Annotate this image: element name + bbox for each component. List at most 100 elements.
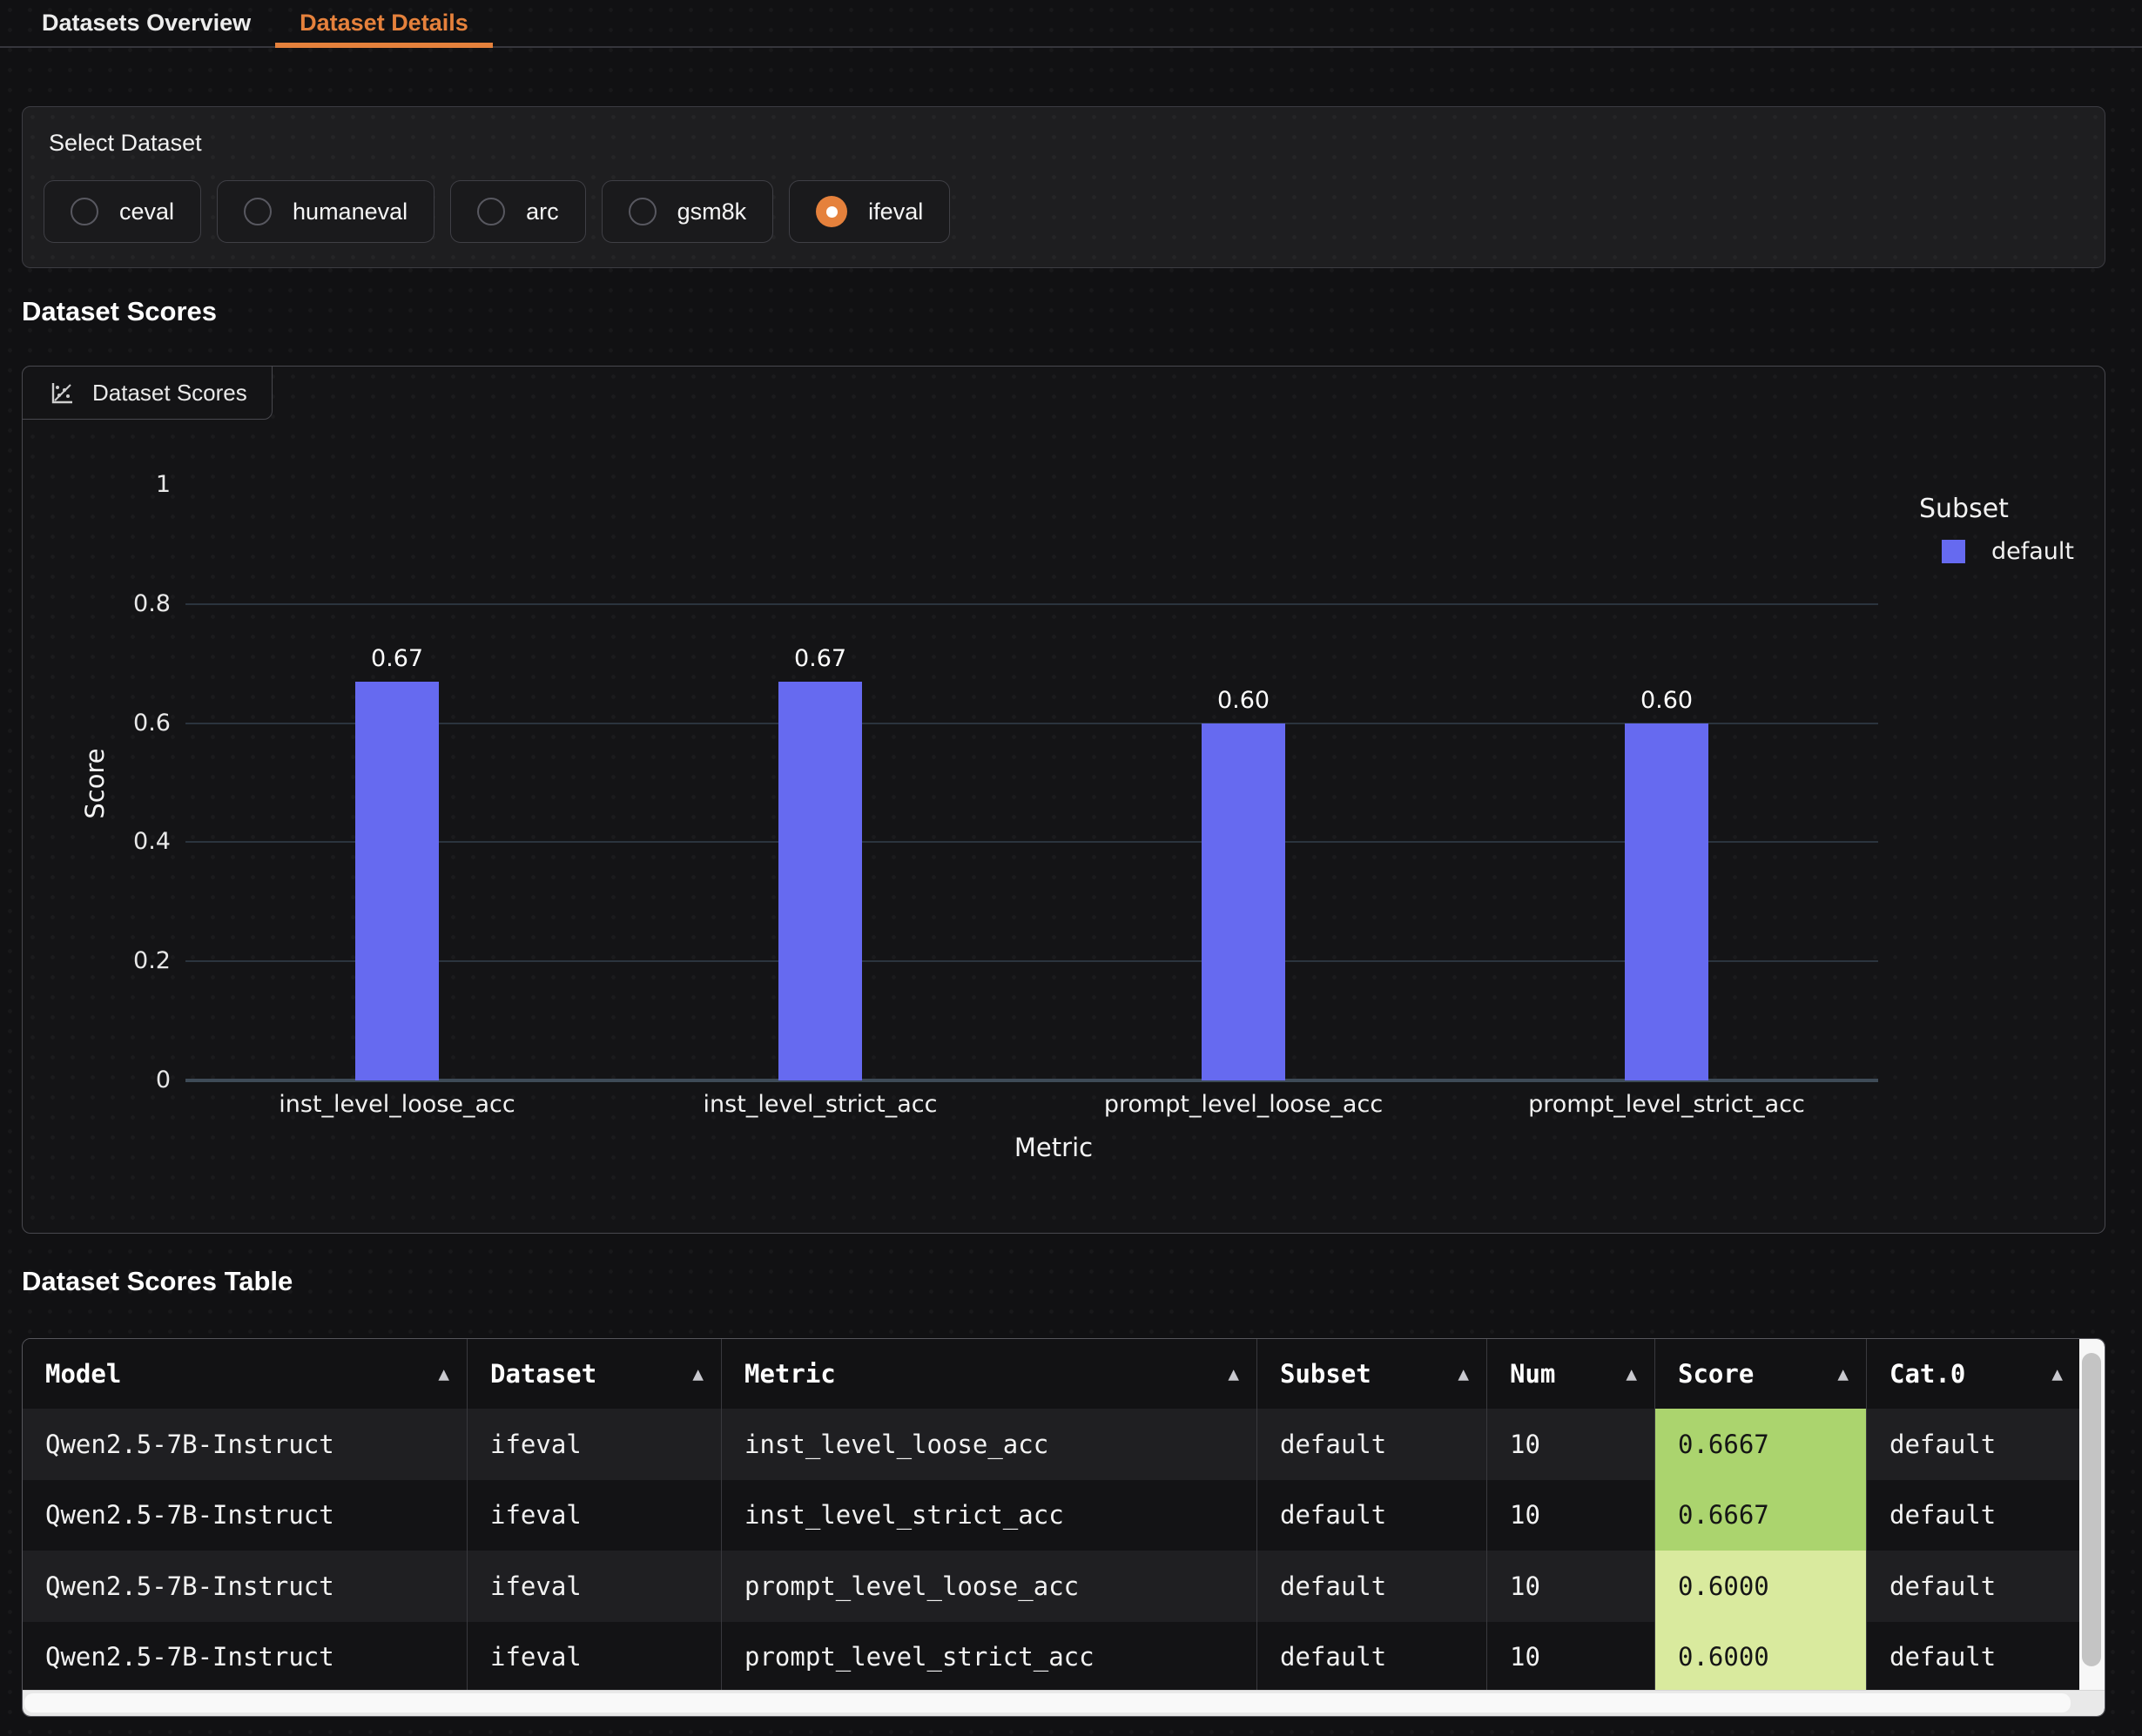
- score-cell: 0.6000: [1655, 1551, 1867, 1622]
- cell-metric: inst_level_loose_acc: [722, 1409, 1257, 1480]
- chart-legend: Subset default: [1919, 494, 2102, 565]
- score-cell: 0.6667: [1655, 1409, 1867, 1480]
- dataset-radio-gsm8k[interactable]: gsm8k: [602, 180, 774, 243]
- bar-inst-level-strict-acc: [778, 682, 862, 1080]
- cell-num: 10: [1487, 1480, 1655, 1551]
- sort-asc-icon[interactable]: ▲: [2051, 1363, 2063, 1384]
- x-axis-tick: prompt_level_strict_acc: [1466, 1091, 1867, 1118]
- y-axis-tick: 0.4: [75, 828, 171, 855]
- column-header-num[interactable]: Num ▲: [1487, 1339, 1655, 1409]
- tab-datasets-overview[interactable]: Datasets Overview: [17, 0, 275, 46]
- column-header-subset[interactable]: Subset ▲: [1257, 1339, 1487, 1409]
- dataset-radio-ceval[interactable]: ceval: [44, 180, 201, 243]
- dataset-radio-ifeval[interactable]: ifeval: [789, 180, 950, 243]
- column-header-dataset[interactable]: Dataset▲: [468, 1339, 722, 1409]
- x-axis-tick: inst_level_strict_acc: [620, 1091, 1020, 1118]
- cell-metric: prompt_level_loose_acc: [722, 1551, 1257, 1622]
- table-row: Qwen2.5-7B-Instructifevalinst_level_stri…: [23, 1480, 2080, 1551]
- dataset-scores-heading: Dataset Scores: [22, 296, 217, 327]
- dataset-radio-arc[interactable]: arc: [450, 180, 586, 243]
- dataset-radio-label: humaneval: [293, 198, 408, 225]
- bar-value-label: 0.67: [751, 645, 890, 672]
- y-axis-tick: 0.8: [75, 590, 171, 617]
- x-axis-title: Metric: [923, 1133, 1184, 1162]
- horizontal-scrollbar[interactable]: [23, 1690, 2105, 1716]
- radio-unselected-icon: [629, 198, 657, 225]
- sort-asc-icon[interactable]: ▲: [1837, 1363, 1849, 1384]
- legend-items: default: [1919, 538, 2102, 565]
- dataset-radio-label: gsm8k: [677, 198, 747, 225]
- sort-asc-icon[interactable]: ▲: [1228, 1363, 1239, 1384]
- cell-num: 10: [1487, 1409, 1655, 1480]
- sort-asc-icon[interactable]: ▲: [1458, 1363, 1469, 1384]
- column-header-label: Cat.0: [1889, 1359, 1965, 1389]
- sort-asc-icon[interactable]: ▲: [438, 1363, 449, 1384]
- bar-inst-level-loose-acc: [355, 682, 439, 1080]
- cell-metric: prompt_level_strict_acc: [722, 1622, 1257, 1693]
- horizontal-scrollbar-thumb[interactable]: [24, 1693, 2071, 1712]
- y-axis-tick: 0.6: [75, 710, 171, 737]
- column-header-label: Model: [45, 1359, 121, 1389]
- cell-model: Qwen2.5-7B-Instruct: [23, 1622, 468, 1693]
- radio-unselected-icon: [477, 198, 505, 225]
- dataset-scores-table: Model▲Dataset▲Metric▲Subset▲Num▲Score▲Ca…: [22, 1338, 2105, 1717]
- column-header-score[interactable]: Score▲: [1655, 1339, 1867, 1409]
- table-row: Qwen2.5-7B-Instructifevalprompt_level_lo…: [23, 1551, 2080, 1622]
- column-header-label: Num: [1510, 1359, 1555, 1389]
- tab-dataset-details[interactable]: Dataset Details: [275, 0, 493, 46]
- cell-subset: default: [1257, 1480, 1487, 1551]
- y-axis-tick: 1: [75, 471, 171, 498]
- select-dataset-label: Select Dataset: [49, 130, 202, 157]
- bar-value-label: 0.60: [1174, 687, 1313, 714]
- cell-cat-0: default: [1867, 1622, 2080, 1693]
- legend-item-default: default: [1919, 538, 2102, 565]
- cell-subset: default: [1257, 1409, 1487, 1480]
- cell-cat-0: default: [1867, 1551, 2080, 1622]
- top-tab-bar: Datasets OverviewDataset Details: [0, 0, 2142, 48]
- dataset-details-page: Datasets OverviewDataset Details Select …: [0, 0, 2142, 1736]
- sort-asc-icon[interactable]: ▲: [1626, 1363, 1637, 1384]
- dataset-radio-group: ceval humaneval arc gsm8k ifeval: [44, 180, 950, 243]
- vertical-scrollbar[interactable]: [2079, 1339, 2105, 1692]
- y-axis-tick: 0: [75, 1066, 171, 1093]
- column-header-metric[interactable]: Metric ▲: [722, 1339, 1257, 1409]
- radio-selected-icon: [816, 196, 847, 227]
- cell-model: Qwen2.5-7B-Instruct: [23, 1409, 468, 1480]
- cell-model: Qwen2.5-7B-Instruct: [23, 1551, 468, 1622]
- table-row: Qwen2.5-7B-Instructifevalprompt_level_st…: [23, 1622, 2080, 1693]
- dataset-radio-label: ifeval: [868, 198, 923, 225]
- radio-unselected-icon: [244, 198, 272, 225]
- bar-prompt-level-loose-acc: [1202, 723, 1285, 1080]
- sort-asc-icon[interactable]: ▲: [692, 1363, 704, 1384]
- column-header-label: Metric: [744, 1359, 836, 1389]
- y-axis-tick: 0.2: [75, 947, 171, 974]
- dataset-radio-humaneval[interactable]: humaneval: [217, 180, 434, 243]
- cell-subset: default: [1257, 1551, 1487, 1622]
- cell-model: Qwen2.5-7B-Instruct: [23, 1480, 468, 1551]
- cell-subset: default: [1257, 1622, 1487, 1693]
- table-content: Model▲Dataset▲Metric▲Subset▲Num▲Score▲Ca…: [23, 1339, 2105, 1692]
- cell-cat-0: default: [1867, 1480, 2080, 1551]
- bar-value-label: 0.67: [327, 645, 467, 672]
- x-axis-tick: inst_level_loose_acc: [197, 1091, 597, 1118]
- select-dataset-panel: Select Dataset ceval humaneval arc gsm8k ife…: [22, 106, 2105, 268]
- cell-dataset: ifeval: [468, 1409, 722, 1480]
- cell-dataset: ifeval: [468, 1480, 722, 1551]
- cell-metric: inst_level_strict_acc: [722, 1480, 1257, 1551]
- dataset-scores-chart-panel: Dataset Scores 00.20.40.60.810.67inst_le…: [22, 366, 2105, 1234]
- bar-chart: 0 0.2 0.4 0.6 0.8 1 0.67 inst_level_loose_acc 0.…: [23, 367, 2106, 1235]
- vertical-scrollbar-thumb[interactable]: [2082, 1353, 2101, 1666]
- chart-gridline: [185, 603, 1878, 605]
- legend-swatch: [1942, 540, 1965, 563]
- cell-dataset: ifeval: [468, 1622, 722, 1693]
- legend-title: Subset: [1919, 494, 2102, 524]
- dataset-scores-table-heading: Dataset Scores Table: [22, 1266, 293, 1297]
- cell-cat-0: default: [1867, 1409, 2080, 1480]
- cell-num: 10: [1487, 1622, 1655, 1693]
- column-header-label: Subset: [1280, 1359, 1371, 1389]
- x-axis-tick: prompt_level_loose_acc: [1043, 1091, 1444, 1118]
- column-header-cat-0[interactable]: Cat.0 ▲: [1867, 1339, 2080, 1409]
- column-header-model[interactable]: Model ▲: [23, 1339, 468, 1409]
- table-header-row: Model▲Dataset▲Metric▲Subset▲Num▲Score▲Ca…: [23, 1339, 2080, 1409]
- score-cell: 0.6667: [1655, 1480, 1867, 1551]
